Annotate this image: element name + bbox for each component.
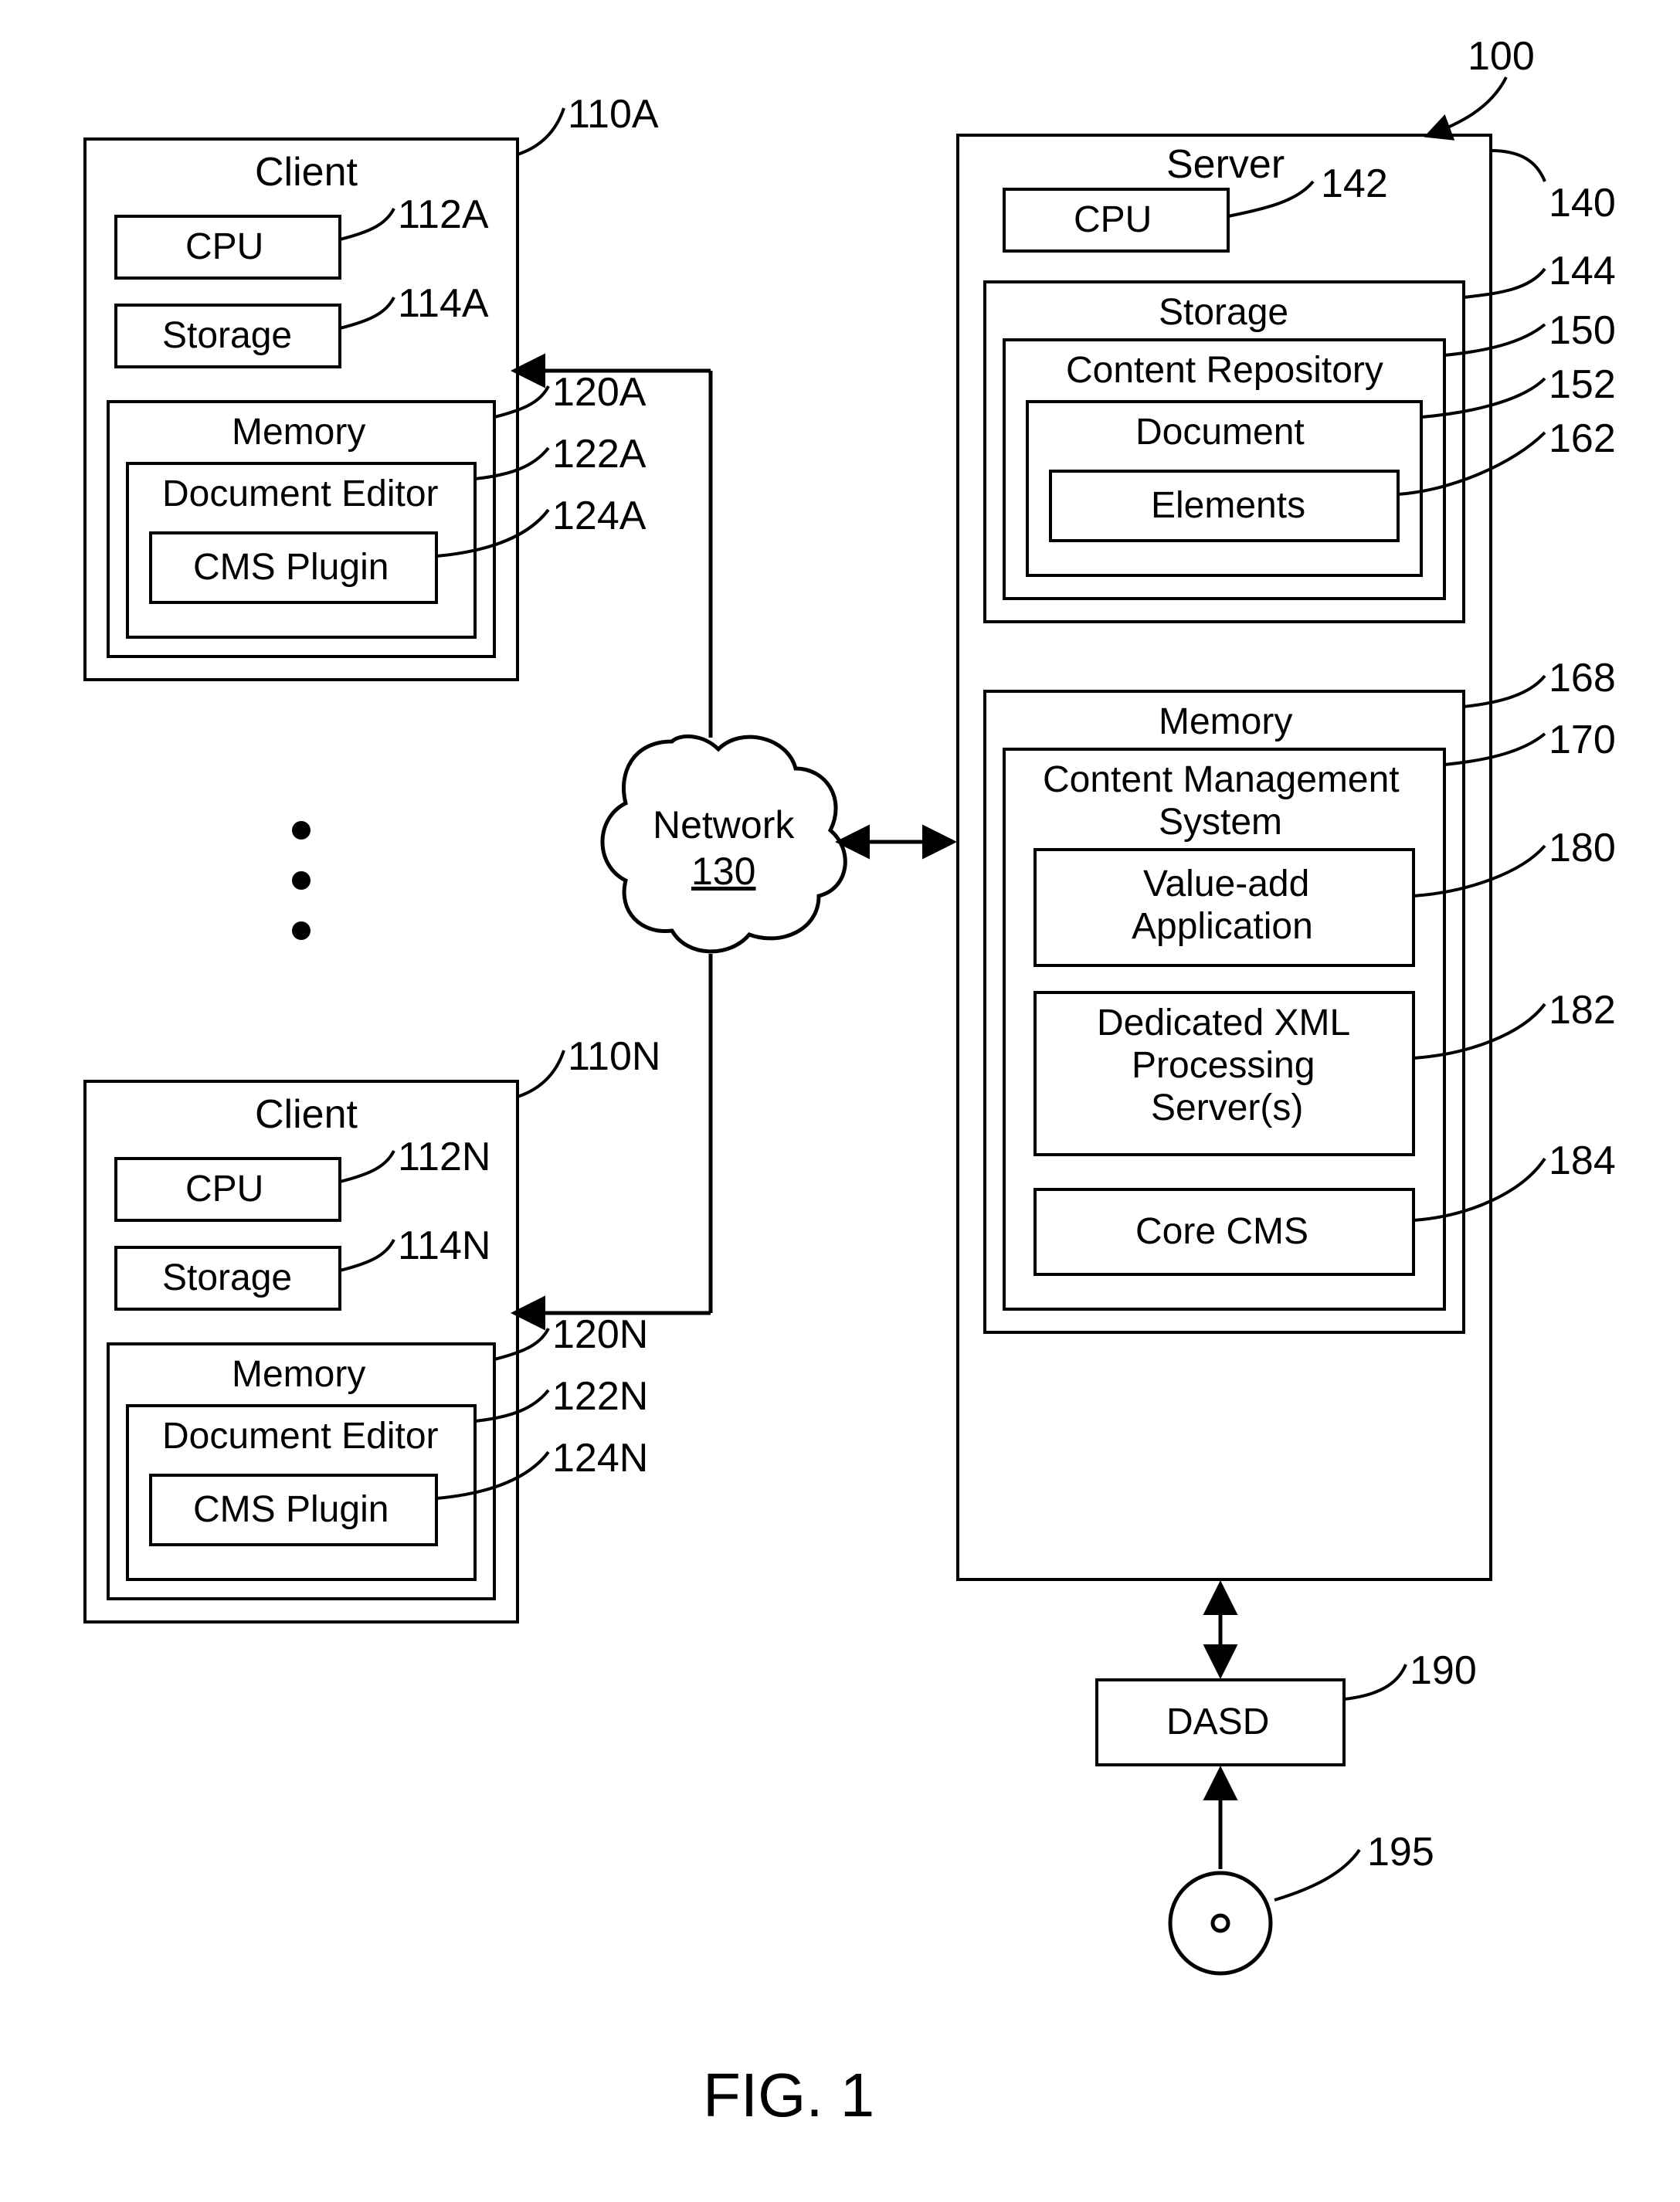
client-a-memory-ref: 120A bbox=[552, 370, 647, 415]
client-a-editor-ref: 122A bbox=[552, 432, 647, 477]
client-a-storage-ref: 114A bbox=[398, 281, 489, 326]
client-n-editor-ref: 122N bbox=[552, 1374, 648, 1419]
server-storage: Storage bbox=[1159, 292, 1288, 333]
disc-ref: 195 bbox=[1367, 1830, 1434, 1875]
client-n-ref: 110N bbox=[568, 1034, 660, 1079]
server-title: Server bbox=[1166, 142, 1285, 187]
client-n-cpu: CPU bbox=[185, 1169, 263, 1210]
dasd-label: DASD bbox=[1166, 1702, 1269, 1742]
server-xml3: Server(s) bbox=[1151, 1087, 1303, 1128]
server-block: Server 140 CPU 142 Storage 144 Content R… bbox=[958, 135, 1616, 1579]
client-n-cpu-ref: 112N bbox=[398, 1135, 490, 1179]
server-cpu-ref: 142 bbox=[1321, 161, 1388, 206]
client-a-plugin-ref: 124A bbox=[552, 494, 647, 538]
network-ref: 130 bbox=[691, 850, 755, 893]
network-label: Network bbox=[653, 803, 795, 847]
client-n-memory: Memory bbox=[232, 1354, 365, 1395]
client-a-editor: Document Editor bbox=[162, 473, 439, 514]
disc-icon bbox=[1170, 1873, 1271, 1973]
server-valueadd1: Value-add bbox=[1143, 863, 1309, 904]
client-n-plugin-ref: 124N bbox=[552, 1436, 648, 1481]
client-a-storage: Storage bbox=[162, 315, 292, 356]
dasd-ref: 190 bbox=[1410, 1648, 1477, 1693]
server-xml2: Processing bbox=[1132, 1045, 1315, 1086]
server-elements-ref: 162 bbox=[1549, 416, 1616, 461]
client-n-editor: Document Editor bbox=[162, 1416, 439, 1457]
client-n-block: Client 110N CPU 112N Storage 114N Memory… bbox=[85, 1034, 660, 1622]
client-n-storage: Storage bbox=[162, 1257, 292, 1298]
server-core-ref: 184 bbox=[1549, 1138, 1616, 1183]
client-a-block: Client 110A CPU 112A Storage 114A Memory… bbox=[85, 92, 659, 680]
server-repo-ref: 150 bbox=[1549, 308, 1616, 353]
client-a-title: Client bbox=[255, 150, 358, 195]
server-valueadd-ref: 180 bbox=[1549, 826, 1616, 870]
server-elements: Elements bbox=[1151, 485, 1305, 526]
server-valueadd2: Application bbox=[1132, 906, 1313, 947]
diagram: 100 Client 110A CPU 112A Storage 114A Me… bbox=[0, 0, 1680, 2202]
server-repo: Content Repository bbox=[1066, 350, 1383, 391]
figure-label: FIG. 1 bbox=[703, 2061, 874, 2129]
server-ref: 140 bbox=[1549, 181, 1616, 226]
client-a-ref: 110A bbox=[568, 92, 659, 137]
server-document: Document bbox=[1135, 412, 1305, 453]
server-core: Core CMS bbox=[1135, 1211, 1308, 1252]
server-cms2: System bbox=[1159, 802, 1282, 843]
server-document-ref: 152 bbox=[1549, 362, 1616, 407]
server-storage-ref: 144 bbox=[1549, 249, 1616, 293]
server-cms-ref: 170 bbox=[1549, 718, 1616, 762]
client-n-plugin: CMS Plugin bbox=[193, 1489, 389, 1530]
server-xml1: Dedicated XML bbox=[1097, 1003, 1350, 1043]
server-memory: Memory bbox=[1159, 701, 1292, 742]
client-n-memory-ref: 120N bbox=[552, 1312, 648, 1357]
client-a-cpu-ref: 112A bbox=[398, 192, 489, 237]
system-ref: 100 bbox=[1468, 34, 1535, 79]
client-a-memory: Memory bbox=[232, 412, 365, 453]
server-memory-ref: 168 bbox=[1549, 656, 1616, 701]
client-a-cpu: CPU bbox=[185, 226, 263, 267]
client-n-title: Client bbox=[255, 1092, 358, 1137]
server-cms1: Content Management bbox=[1043, 759, 1400, 800]
client-n-storage-ref: 114N bbox=[398, 1223, 490, 1268]
server-xml-ref: 182 bbox=[1549, 988, 1616, 1033]
server-cpu: CPU bbox=[1074, 199, 1152, 240]
client-a-plugin: CMS Plugin bbox=[193, 547, 389, 588]
